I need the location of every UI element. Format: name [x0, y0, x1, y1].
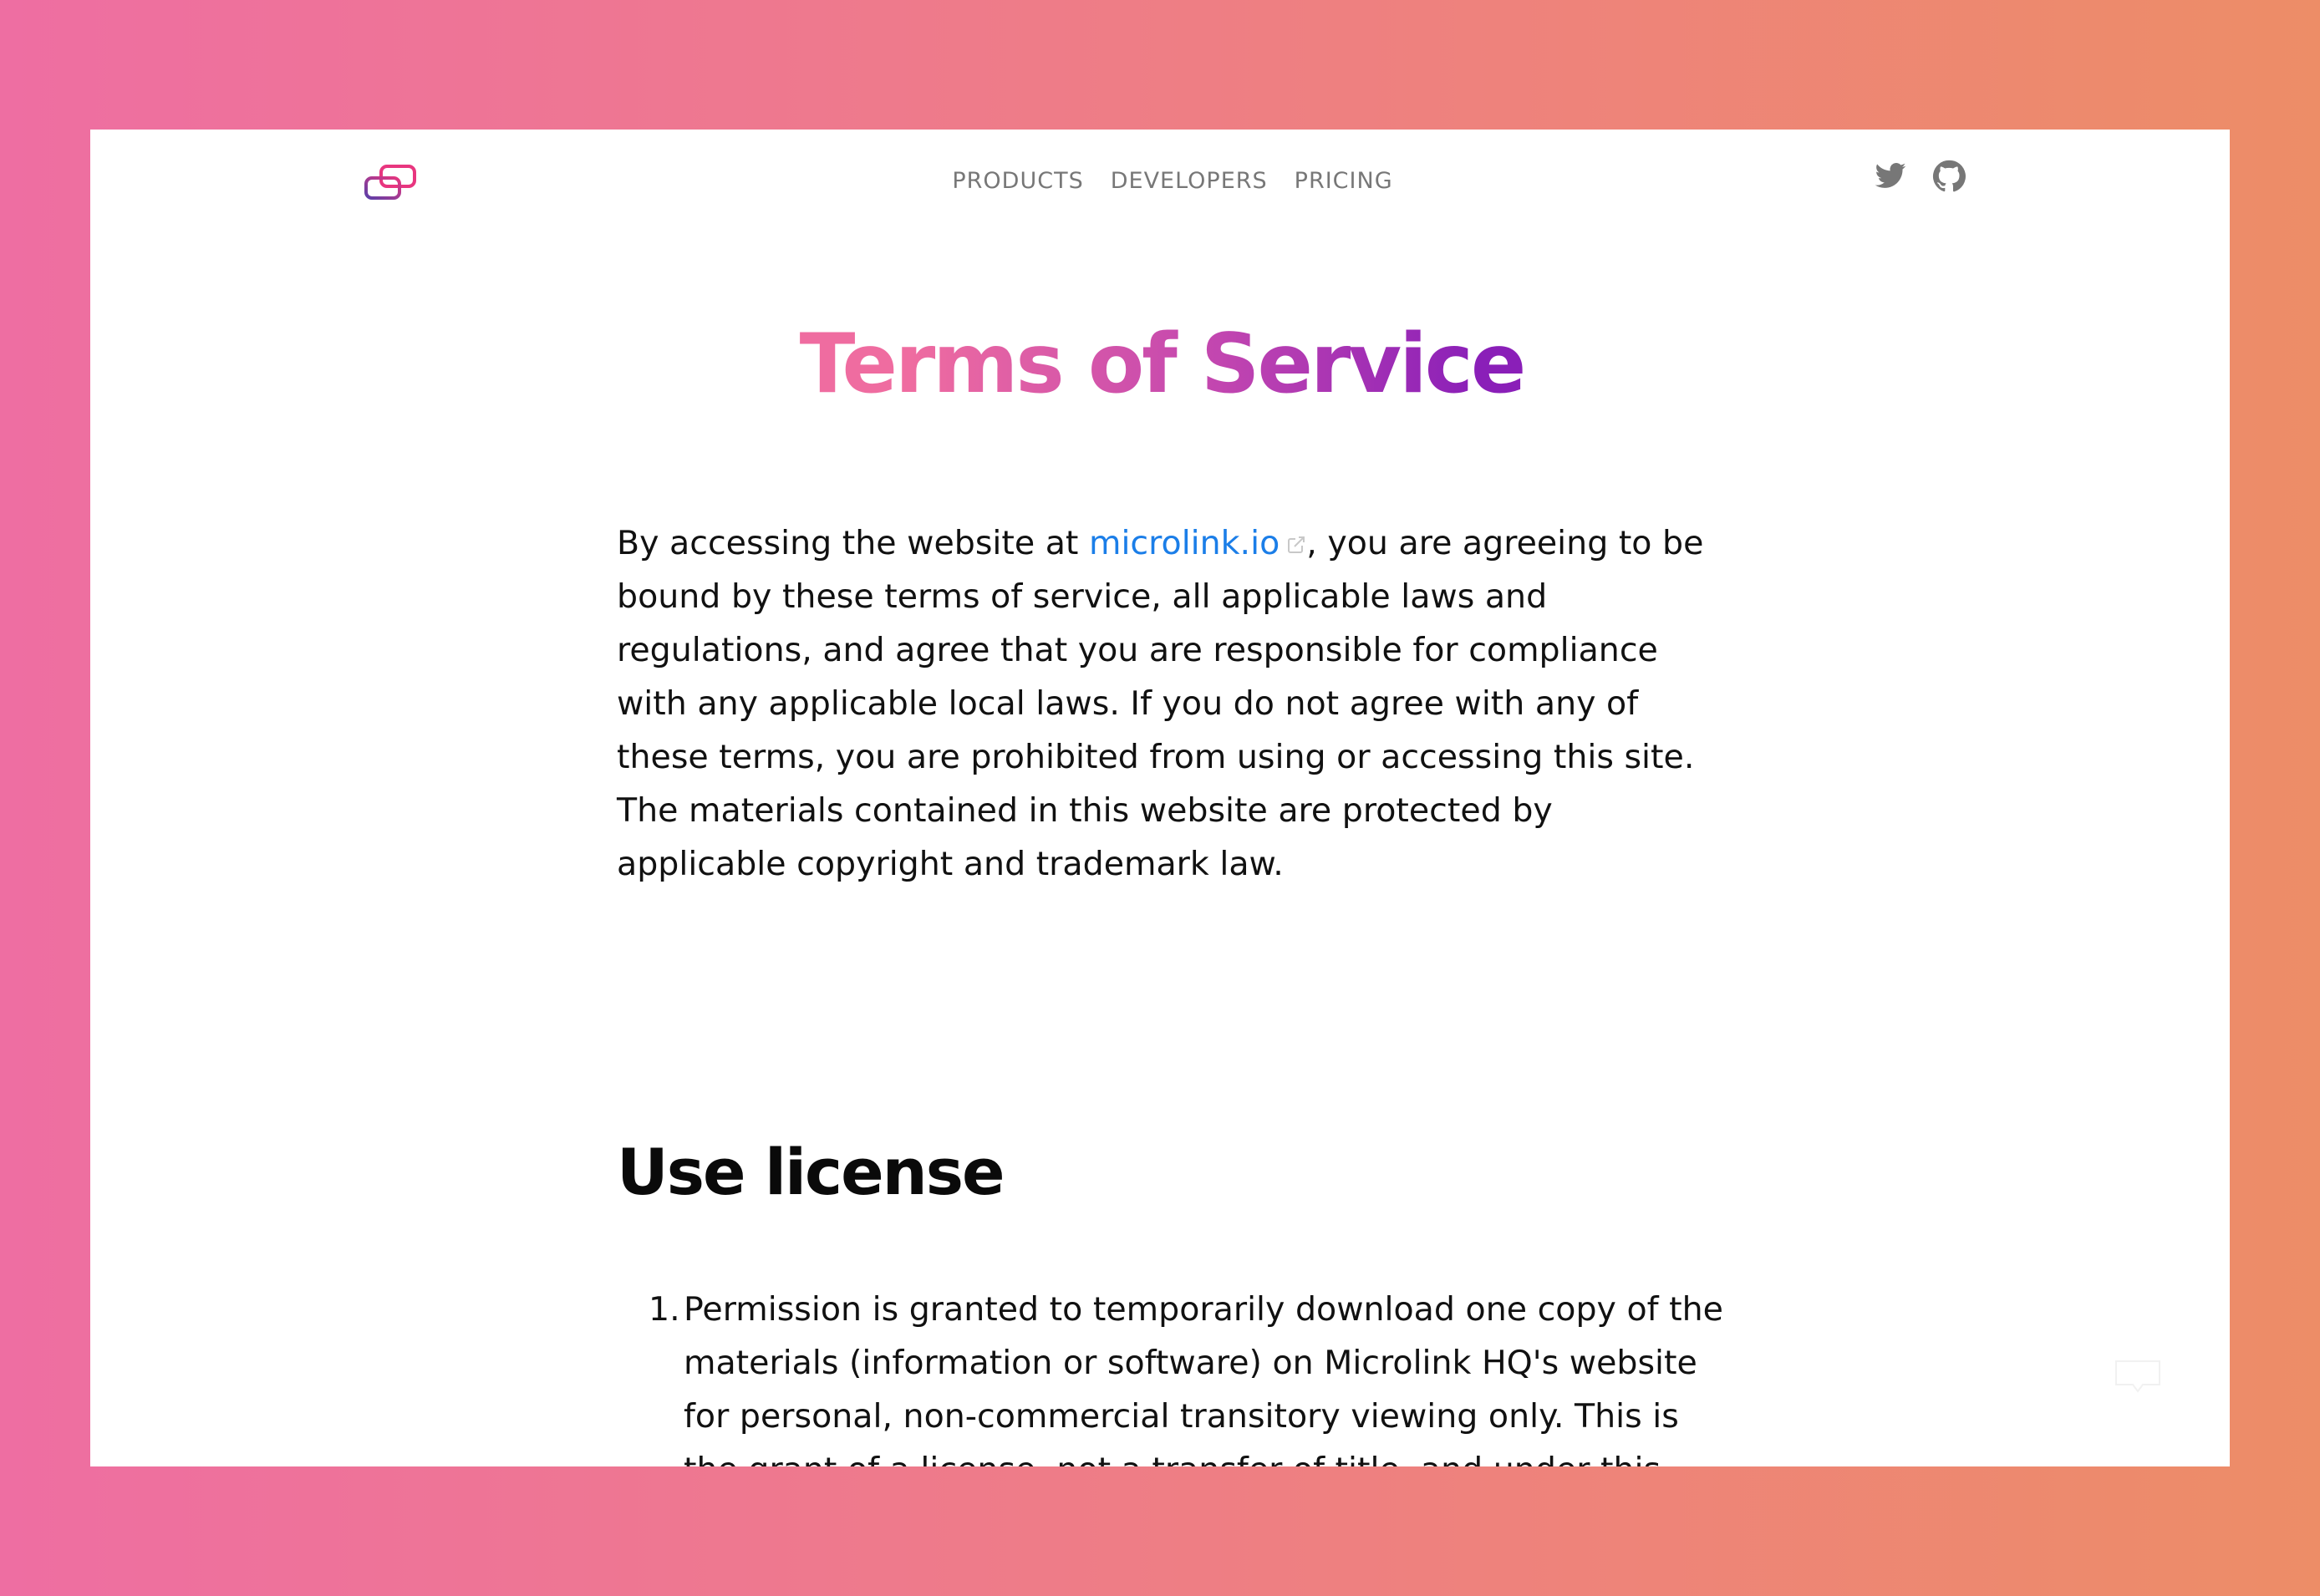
list-item-number: 1.	[649, 1290, 680, 1329]
nav-item-developers[interactable]: DEVELOPERS	[1111, 168, 1268, 194]
license-list: 1. Permission is granted to temporarily …	[617, 1149, 1737, 1466]
nav-item-products[interactable]: PRODUCTS	[952, 168, 1083, 194]
browser-window: PRODUCTS DEVELOPERS PRICING Terms of Ser…	[90, 130, 2230, 1466]
twitter-icon[interactable]	[1874, 160, 1907, 193]
intro-text-after: , you are agreeing to be bound by these …	[617, 524, 1704, 883]
intro-text-before: By accessing the website at	[617, 524, 1089, 562]
nav-item-pricing[interactable]: PRICING	[1295, 168, 1393, 194]
microlink-link-label: microlink.io	[1088, 524, 1280, 562]
chat-bubble-icon[interactable]	[2113, 1358, 2163, 1396]
page-title: Terms of Service	[528, 323, 1795, 405]
list-item: 1. Permission is granted to temporarily …	[617, 1283, 1737, 1466]
github-icon[interactable]	[1932, 160, 1966, 193]
social-links	[1874, 160, 1966, 193]
intro-paragraph: By accessing the website at microlink.io…	[617, 516, 1728, 891]
list-item-text: Permission is granted to temporarily dow…	[684, 1290, 1723, 1466]
microlink-link[interactable]: microlink.io	[1089, 524, 1306, 562]
external-link-icon	[1288, 536, 1305, 553]
